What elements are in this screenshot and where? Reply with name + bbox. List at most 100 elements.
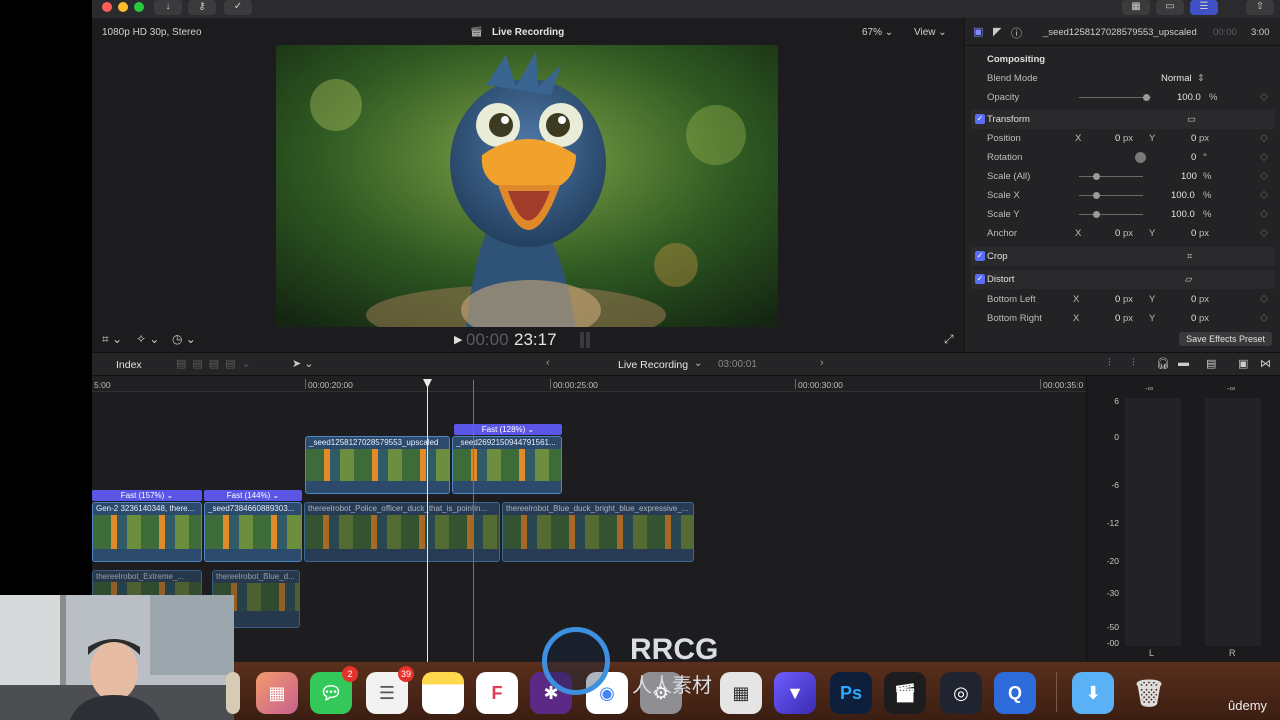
retime-bar-a[interactable]: Fast (157%) ⌄ — [92, 490, 202, 501]
scale-all-value[interactable]: 100 — [1181, 171, 1197, 182]
position-x-value[interactable]: 0 — [1115, 133, 1120, 144]
opacity-slider[interactable] — [1079, 94, 1151, 101]
messages-icon[interactable]: 💬︎ 2 — [310, 666, 358, 714]
keywords-icon[interactable]: ⚷ — [188, 0, 216, 15]
obs-icon[interactable]: ◎ — [940, 672, 982, 714]
play-icon[interactable]: ▶ — [454, 333, 462, 346]
import-icon[interactable]: ↓ — [154, 0, 182, 15]
video-inspector-tab-icon[interactable]: ▣ — [973, 25, 983, 38]
scale-y-slider-knob[interactable] — [1093, 211, 1100, 218]
snapping-icon[interactable]: ▬ — [1178, 357, 1189, 369]
distort-header[interactable]: ✓ Distort ▱ — [971, 270, 1275, 289]
opacity-row[interactable]: Opacity 100.0 % — [971, 88, 1275, 107]
position-y-value[interactable]: 0 — [1191, 133, 1196, 144]
blend-mode-value[interactable]: Normal — [1161, 73, 1192, 84]
opacity-slider-knob[interactable] — [1143, 94, 1150, 101]
keyframe-icon[interactable] — [1259, 228, 1269, 238]
scale-x-value[interactable]: 100.0 — [1171, 190, 1195, 201]
keyframe-icon[interactable] — [1259, 209, 1269, 219]
quicktime-icon[interactable]: Q — [994, 672, 1036, 714]
crop-tool-icon[interactable]: ⌗ ⌄ — [102, 332, 122, 347]
crop-header[interactable]: ✓ Crop ⌗ — [971, 247, 1275, 266]
scale-all-slider[interactable] — [1079, 173, 1143, 180]
inspector-layout-icon[interactable]: ☰ — [1190, 0, 1218, 15]
scale-all-slider-knob[interactable] — [1093, 173, 1100, 180]
keyframe-icon[interactable] — [1259, 313, 1269, 323]
launchpad-icon[interactable]: ▦ — [256, 672, 298, 714]
timeline-ruler[interactable]: 5:00 00:00:20:00 00:00:25:00 00:00:30:00… — [92, 376, 1086, 392]
fontastic-icon[interactable]: F — [476, 672, 518, 714]
zoom-window-button[interactable] — [134, 2, 144, 12]
scale-x-slider[interactable] — [1079, 192, 1143, 199]
rotation-dial-icon[interactable] — [1135, 152, 1146, 163]
compositing-header[interactable]: Compositing — [971, 50, 1275, 69]
bottom-left-x-value[interactable]: 0 — [1115, 294, 1120, 305]
minimize-window-button[interactable] — [118, 2, 128, 12]
transform-header[interactable]: ✓ Transform ▭ — [971, 110, 1275, 129]
timeline-layout-icon[interactable]: ▭ — [1156, 0, 1184, 15]
audio-skimming-icon[interactable]: ⫶ — [1132, 357, 1135, 370]
background-tasks-icon[interactable]: ✓ — [224, 0, 252, 15]
info-inspector-tab-icon[interactable]: ⓘ — [1011, 25, 1022, 41]
anchor-y-value[interactable]: 0 — [1191, 228, 1196, 239]
photoshop-icon[interactable]: Ps — [830, 672, 872, 714]
storyline-clip[interactable]: thereelrobot_Police_officer_duck_that_is… — [304, 502, 500, 562]
fullscreen-icon[interactable]: ⤢ — [944, 332, 954, 347]
scale-x-row[interactable]: Scale X 100.0 % — [971, 186, 1275, 205]
scale-y-slider[interactable] — [1079, 211, 1143, 218]
retime-bar-b[interactable]: Fast (144%) ⌄ — [204, 490, 302, 501]
share-icon[interactable]: ⇧ — [1246, 0, 1274, 15]
retime-bar-upper[interactable]: Fast (128%) ⌄ — [454, 424, 562, 435]
opacity-value[interactable]: 100.0 — [1177, 92, 1201, 103]
distort-onscreen-icon[interactable]: ▱ — [1185, 274, 1192, 285]
crop-checkbox[interactable]: ✓ — [975, 251, 985, 261]
scale-y-value[interactable]: 100.0 — [1171, 209, 1195, 220]
back-arrow-icon[interactable]: ‹ — [546, 357, 550, 369]
clip-appearance-icon[interactable]: ▤ — [1206, 357, 1216, 370]
view-menu[interactable]: View ⌄ — [914, 27, 947, 38]
keyframe-icon[interactable] — [1259, 190, 1269, 200]
reminders-icon[interactable]: ☰ 39 — [366, 666, 414, 714]
project-menu-chevron-icon[interactable]: ⌄ — [694, 358, 702, 369]
scale-x-slider-knob[interactable] — [1093, 192, 1100, 199]
bottom-left-y-value[interactable]: 0 — [1191, 294, 1196, 305]
browser-layout-icon[interactable]: ▦ — [1122, 0, 1150, 15]
solo-headphones-icon[interactable]: 🎧︎ — [1156, 357, 1170, 370]
keyframe-icon[interactable] — [1259, 152, 1269, 162]
zoom-menu[interactable]: 67% ⌄ — [862, 27, 893, 38]
vpn-app-icon[interactable]: ▼ — [774, 672, 816, 714]
scale-y-row[interactable]: Scale Y 100.0 % — [971, 205, 1275, 224]
transform-onscreen-icon[interactable]: ▭ — [1187, 114, 1196, 125]
rotation-row[interactable]: Rotation 0 ° — [971, 148, 1275, 167]
storyline-clip[interactable]: Gen-2 3236140348, there... — [92, 502, 202, 562]
storyline-clip[interactable]: thereelrobot_Blue_duck_bright_blue_expre… — [502, 502, 694, 562]
keyframe-icon[interactable] — [1259, 133, 1269, 143]
timeline[interactable]: 5:00 00:00:20:00 00:00:25:00 00:00:30:00… — [92, 376, 1086, 666]
select-tool-icon[interactable]: ➤ ⌄ — [292, 357, 314, 370]
keyframe-icon[interactable] — [1259, 294, 1269, 304]
close-window-button[interactable] — [102, 2, 112, 12]
final-cut-pro-icon[interactable]: 🎬︎ — [884, 672, 926, 714]
transform-checkbox[interactable]: ✓ — [975, 114, 985, 124]
enhance-icon[interactable]: ✧ ⌄ — [136, 332, 159, 346]
keyframe-icon[interactable] — [1259, 92, 1269, 102]
anchor-x-value[interactable]: 0 — [1115, 228, 1120, 239]
project-name[interactable]: Live Recording — [618, 359, 688, 371]
blend-mode-row[interactable]: Blend Mode Normal ⇕ — [971, 69, 1275, 88]
distort-checkbox[interactable]: ✓ — [975, 274, 985, 284]
forward-arrow-icon[interactable]: › — [820, 357, 824, 369]
rotation-value[interactable]: 0 — [1191, 152, 1196, 163]
scale-all-row[interactable]: Scale (All) 100 % — [971, 167, 1275, 186]
bottom-right-y-value[interactable]: 0 — [1191, 313, 1196, 324]
playhead-line[interactable] — [427, 380, 428, 666]
edit-buttons-icon[interactable]: ▤▤▤▤⌄ — [176, 357, 257, 370]
lower-clip[interactable]: thereelrobot_Extreme_... — [92, 570, 202, 598]
bottom-right-row[interactable]: Bottom Right X 0 px Y 0 px — [971, 309, 1275, 328]
index-button[interactable]: Index — [116, 359, 142, 371]
crop-onscreen-icon[interactable]: ⌗ — [1187, 251, 1192, 262]
notes-icon[interactable] — [422, 672, 464, 714]
connected-clip[interactable]: _seed2692150944791561... — [452, 436, 562, 494]
save-effects-preset-button[interactable]: Save Effects Preset — [1179, 332, 1272, 346]
app-icon-partial[interactable] — [226, 672, 240, 714]
effects-browser-icon[interactable]: ▣ — [1238, 357, 1248, 370]
